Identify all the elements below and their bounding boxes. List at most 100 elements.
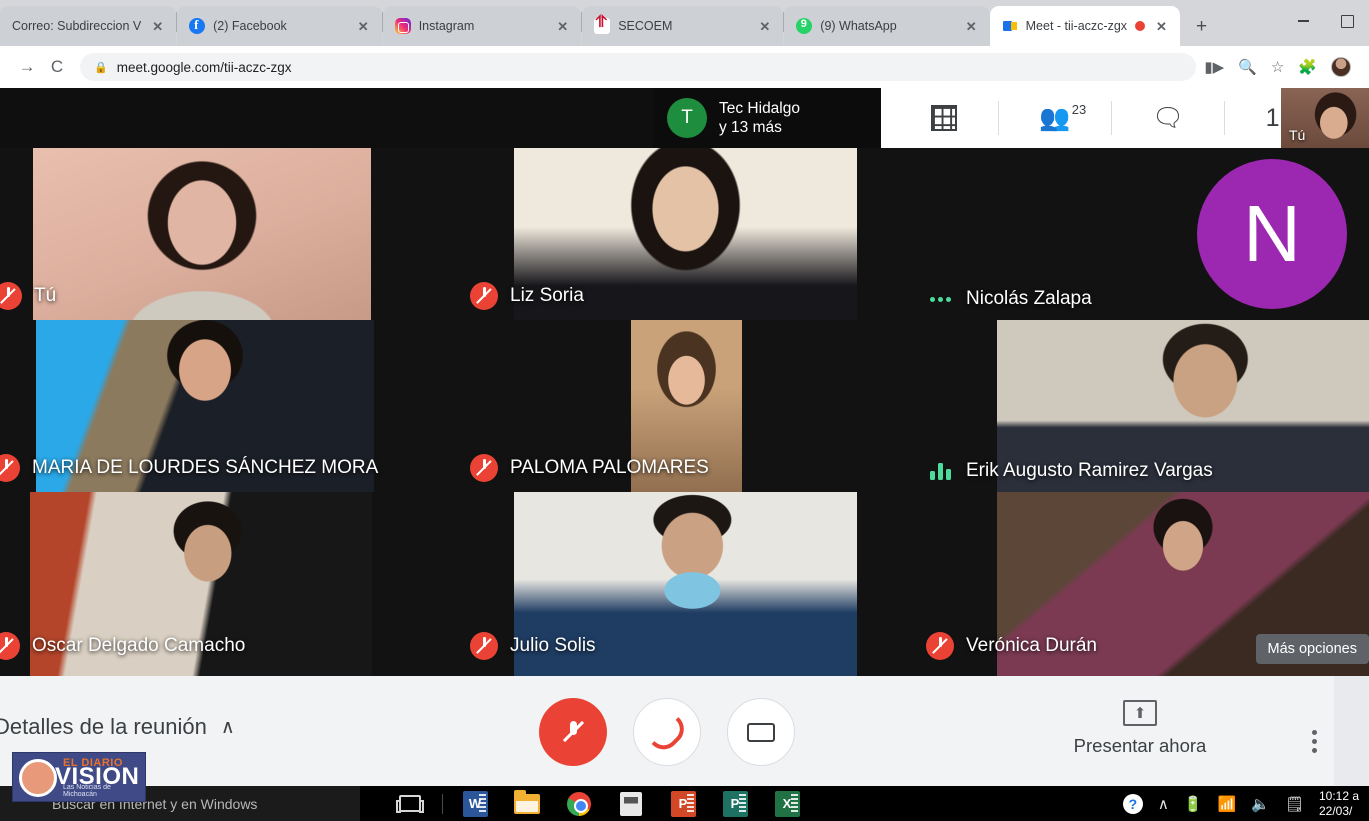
browser-tab-instagram[interactable]: Instagram ✕ [382,6,582,46]
browser-tab-whatsapp[interactable]: (9) WhatsApp ✕ [784,6,990,46]
browser-tab-facebook[interactable]: (2) Facebook ✕ [177,6,382,46]
divider [442,793,443,814]
battery-icon[interactable]: 🔋 [1184,795,1203,813]
browser-tab-secoem[interactable]: SECOEM ✕ [582,6,784,46]
present-screen-icon: ⬆ [1123,700,1157,726]
profile-avatar[interactable] [1331,57,1351,77]
taskbar-app-publisher[interactable]: P [709,786,761,821]
chrome-icon [567,791,591,816]
close-icon[interactable]: ✕ [1153,18,1170,35]
taskbar-time: 10:12 a [1319,789,1360,804]
people-button[interactable]: 👥 23 [1039,102,1086,131]
help-icon[interactable]: ? [1122,793,1143,814]
tab-strip: Correo: Subdireccion V ✕ (2) Facebook ✕ … [0,0,1369,46]
participant-nameplate: Erik Augusto Ramirez Vargas [912,460,1213,482]
participant-tile[interactable]: Oscar Delgado Camacho [0,492,456,676]
participant-nameplate: Nicolás Zalapa [912,288,1092,310]
address-bar[interactable]: 🔒 meet.google.com/tii-aczc-zgx [80,53,1197,81]
participant-name: Erik Augusto Ramirez Vargas [966,460,1213,481]
participant-tile[interactable]: Verónica Durán Más opciones [912,492,1369,676]
participant-name: Nicolás Zalapa [966,288,1092,309]
mic-off-icon [470,632,498,660]
more-options-tooltip: Más opciones [1255,634,1369,664]
present-now-button[interactable]: ⬆ Presentar ahora [1050,700,1230,757]
participant-nameplate: Oscar Delgado Camacho [0,632,245,660]
self-view-thumbnail[interactable]: Tú [1281,88,1369,148]
divider [1224,101,1226,135]
participant-video [33,148,371,320]
taskbar-app-word[interactable]: W [449,786,501,821]
chat-button[interactable]: 🗨 [1152,105,1184,131]
watermark-logo: EL DIARIO VISION Las Noticias de Michoac… [12,752,146,802]
participant-tile[interactable]: PALOMA PALOMARES [456,320,912,492]
reload-icon[interactable]: C [42,57,72,77]
forward-arrow-icon[interactable]: → [12,57,42,77]
zoom-icon[interactable]: 🔍 [1238,58,1257,76]
browser-tab-mail[interactable]: Correo: Subdireccion V ✕ [0,6,177,46]
participant-nameplate: PALOMA PALOMARES [456,454,709,482]
close-icon[interactable]: ✕ [554,18,571,35]
present-now-label: Presentar ahora [1073,735,1207,756]
maximize-icon[interactable] [1325,6,1369,36]
microphone-muted-button[interactable] [539,698,607,766]
more-dots-icon [926,296,954,302]
volume-icon[interactable]: 🔈 [1251,795,1270,813]
url-text: meet.google.com/tii-aczc-zgx [116,59,292,75]
taskbar-icons: W P P X [360,786,813,821]
taskbar-clock[interactable]: 10:12 a 22/03/ [1319,789,1363,818]
participant-nameplate: Julio Solis [456,632,596,660]
self-view-label: Tú [1289,127,1306,143]
close-icon[interactable]: ✕ [756,18,773,35]
participant-count: 23 [1071,101,1087,117]
close-icon[interactable]: ✕ [963,18,980,35]
notifications-icon[interactable]: 🗒 [1285,795,1304,813]
extensions-puzzle-icon[interactable]: 🧩 [1298,58,1317,76]
mic-off-icon [558,717,588,747]
browser-tab-meet[interactable]: Meet - tii-aczc-zgx ✕ [989,6,1180,46]
watermark-line3: Las Noticias de Michoacán [63,784,111,798]
taskbar-app-powerpoint[interactable]: P [657,786,709,821]
system-tray: ? ∧ 🔋 📶 🔈 🗒 10:12 a 22/03/ [1122,789,1369,818]
participant-tile[interactable]: N Nicolás Zalapa [912,148,1369,320]
excel-icon: X [774,790,800,817]
publisher-icon: P [722,790,748,817]
participant-tile[interactable]: Erik Augusto Ramirez Vargas [912,320,1369,492]
recording-indicator-icon [1135,21,1146,31]
close-icon[interactable]: ✕ [355,18,372,35]
close-icon[interactable]: ✕ [149,18,166,35]
participant-name: Tú [34,285,57,306]
meeting-name: Tec Hidalgo [719,99,800,117]
word-icon: W [462,790,488,817]
taskbar-app-excel[interactable]: X [761,786,813,821]
participant-name: MARIA DE LOURDES SÁNCHEZ MORA [32,457,379,478]
tab-title: Meet - tii-aczc-zgx [1025,19,1128,33]
bottom-right-gutter [1334,676,1369,786]
participant-tile[interactable]: MARIA DE LOURDES SÁNCHEZ MORA [0,320,456,492]
divider [997,101,999,135]
wifi-icon[interactable]: 📶 [1218,795,1237,813]
omnibox-bar: → C 🔒 meet.google.com/tii-aczc-zgx ▮▶ 🔍 … [0,46,1369,88]
chevron-up-icon[interactable]: ∧ [1158,795,1169,813]
new-tab-button[interactable]: + [1188,15,1215,38]
whatsapp-icon [796,18,813,34]
omnibox-actions: ▮▶ 🔍 ☆ 🧩 [1204,57,1357,77]
lock-icon: 🔒 [94,61,108,74]
camera-button[interactable] [727,698,795,766]
instagram-icon [394,18,411,34]
taskbar-app-store[interactable] [605,786,657,821]
grid-layout-icon[interactable] [931,105,958,131]
more-options-kebab[interactable] [1302,730,1326,753]
windows-taskbar: Buscar en Internet y en Windows W P P X … [0,786,1369,821]
media-cast-icon[interactable]: ▮▶ [1204,58,1224,76]
task-view-icon[interactable] [384,786,436,821]
taskbar-app-chrome[interactable] [553,786,605,821]
meeting-avatar: T [667,98,707,138]
participant-tile[interactable]: Liz Soria [456,148,912,320]
participant-tile[interactable]: Tú [0,148,456,320]
minimize-icon[interactable] [1281,6,1325,36]
taskbar-app-explorer[interactable] [501,786,553,821]
participant-tile[interactable]: Julio Solis [456,492,912,676]
hang-up-button[interactable] [633,698,701,766]
bookmark-star-icon[interactable]: ☆ [1271,58,1284,76]
tab-title: SECOEM [618,19,673,33]
